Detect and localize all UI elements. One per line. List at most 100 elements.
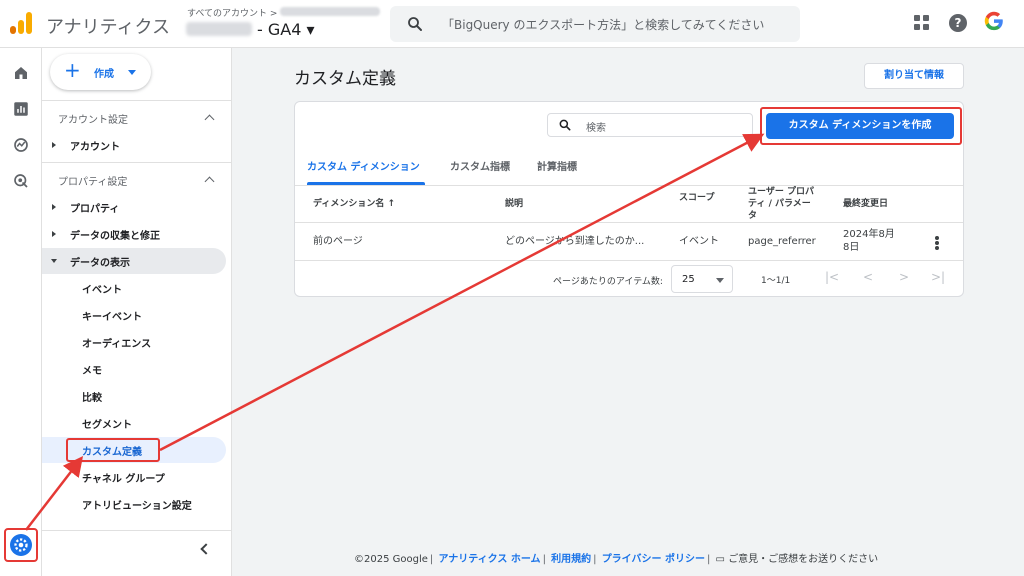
column-header-last-modified[interactable]: 最終変更日 <box>843 198 888 210</box>
footer-link-analytics-home[interactable]: アナリティクス ホーム <box>438 554 540 565</box>
footer-link-privacy[interactable]: プライバシー ポリシー <box>602 554 705 565</box>
collapse-sidebar-icon[interactable] <box>200 543 212 555</box>
sidebar-divider <box>42 530 231 531</box>
sidebar-item-account[interactable]: アカウント <box>42 132 226 158</box>
cell-last-modified: 2024年8月8日 <box>843 229 895 253</box>
table-search-input[interactable]: 検索 <box>547 113 753 137</box>
analytics-logo[interactable] <box>10 12 32 34</box>
create-custom-dimension-button[interactable]: カスタム ディメンションを作成 <box>766 113 954 139</box>
chevron-up-icon[interactable] <box>204 176 215 187</box>
sidebar-item-data-collection[interactable]: データの収集と修正 <box>42 221 226 247</box>
cell-scope: イベント <box>679 236 719 247</box>
last-page-icon[interactable]: >| <box>931 270 945 284</box>
sidebar-item-segments[interactable]: セグメント <box>42 410 226 436</box>
next-page-icon[interactable]: > <box>899 270 909 284</box>
sidebar-item-label: チャネル グループ <box>82 474 165 485</box>
sidebar-item-notes[interactable]: メモ <box>42 356 226 382</box>
sidebar-item-label: データの収集と修正 <box>70 231 160 242</box>
page-title: カスタム定義 <box>294 69 396 89</box>
gear-icon <box>10 534 32 556</box>
items-per-page-label: ページあたりのアイテム数: <box>553 277 663 287</box>
account-breadcrumb[interactable]: すべてのアカウント > <box>187 6 277 19</box>
google-account-icon[interactable] <box>983 10 1005 36</box>
reports-icon[interactable] <box>12 100 30 118</box>
sidebar-divider <box>42 100 231 101</box>
plus-icon: + <box>64 58 81 82</box>
section-property-settings[interactable]: プロパティ設定 <box>58 173 127 188</box>
tab-custom-metrics[interactable]: カスタム指標 <box>450 158 510 173</box>
sidebar-item-label: データの表示 <box>70 258 130 269</box>
tabs-divider <box>295 185 963 186</box>
page-footer: ©2025 Google | アナリティクス ホーム | 利用規約 | プライバシー … <box>354 554 879 565</box>
pager-range: 1～1/1 <box>761 276 791 286</box>
sidebar-item-label: キーイベント <box>82 312 142 323</box>
admin-sidebar: + 作成 アカウント設定 アカウント プロパティ設定 プロパティ データの収集と… <box>42 48 232 576</box>
left-nav-rail <box>0 48 42 576</box>
sidebar-item-data-display[interactable]: データの表示 <box>42 248 226 274</box>
app-title[interactable]: アナリティクス <box>46 13 170 39</box>
header-divider <box>295 222 963 223</box>
sidebar-item-label: セグメント <box>82 420 132 431</box>
property-selector[interactable]: - GA4 ▾ <box>257 20 315 39</box>
custom-definitions-card: 検索 カスタム ディメンションを作成 カスタム ディメンション カスタム指標 計… <box>294 101 964 297</box>
sidebar-item-comparisons[interactable]: 比較 <box>42 383 226 409</box>
global-search[interactable]: 「BigQuery のエクスポート方法」と検索してみてください <box>390 6 800 42</box>
tab-custom-dimensions[interactable]: カスタム ディメンション <box>307 158 420 173</box>
items-per-page-select[interactable]: 25 <box>671 265 733 293</box>
sidebar-divider <box>42 162 231 163</box>
help-icon[interactable]: ? <box>949 14 967 32</box>
sidebar-item-events[interactable]: イベント <box>42 275 226 301</box>
section-account-settings[interactable]: アカウント設定 <box>58 111 128 126</box>
column-header-dimension-name[interactable]: ディメンション名 ↑ <box>313 198 395 210</box>
expand-arrow-icon <box>52 142 56 148</box>
sidebar-item-label: プロパティ <box>70 204 120 215</box>
sidebar-item-audiences[interactable]: オーディエンス <box>42 329 226 355</box>
annotation-highlight-box <box>66 438 160 462</box>
search-placeholder: 検索 <box>586 123 606 134</box>
attribution-info-button[interactable]: 割り当て情報 <box>864 63 964 89</box>
expand-arrow-icon <box>52 204 56 210</box>
apps-grid-icon[interactable] <box>914 15 930 31</box>
more-vert-icon[interactable] <box>935 236 939 250</box>
caret-down-icon <box>128 70 136 75</box>
search-placeholder: 「BigQuery のエクスポート方法」と検索してみてください <box>442 18 765 32</box>
redacted-account-name <box>280 7 380 16</box>
sidebar-item-label: アカウント <box>70 142 120 153</box>
cell-dimension-name[interactable]: 前のページ <box>313 235 363 248</box>
sidebar-item-label: アトリビューション設定 <box>82 501 192 512</box>
explore-icon[interactable] <box>12 136 30 154</box>
chevron-up-icon[interactable] <box>204 114 215 125</box>
top-app-bar: アナリティクス すべてのアカウント > - GA4 ▾ 「BigQuery のエ… <box>0 0 1024 48</box>
create-button[interactable]: + 作成 <box>50 54 151 90</box>
first-page-icon[interactable]: |< <box>825 270 839 284</box>
row-divider <box>295 260 963 261</box>
column-header-user-property[interactable]: ユーザー プロパティ / パラメータ <box>748 186 818 222</box>
footer-link-terms[interactable]: 利用規約 <box>551 554 591 565</box>
tab-calculated-metrics[interactable]: 計算指標 <box>537 158 577 173</box>
feedback-icon[interactable]: ▭ <box>716 554 725 565</box>
sidebar-item-label: オーディエンス <box>82 339 152 350</box>
copyright: ©2025 Google <box>354 554 428 565</box>
collapse-arrow-icon <box>51 259 57 263</box>
sidebar-item-attribution-settings[interactable]: アトリビューション設定 <box>42 491 226 517</box>
google-logo-icon <box>984 11 1003 31</box>
sidebar-item-key-events[interactable]: キーイベント <box>42 302 226 328</box>
sidebar-item-property[interactable]: プロパティ <box>42 194 226 220</box>
items-per-page-value: 25 <box>682 274 695 285</box>
admin-settings-button[interactable] <box>4 528 38 562</box>
prev-page-icon[interactable]: < <box>863 270 873 284</box>
caret-down-icon <box>716 278 724 283</box>
create-button-label: 作成 <box>94 69 114 80</box>
search-icon <box>559 119 571 131</box>
sidebar-item-channel-groups[interactable]: チャネル グループ <box>42 464 226 490</box>
advertising-icon[interactable] <box>12 172 30 190</box>
cell-user-property: page_referrer <box>748 236 816 247</box>
expand-arrow-icon <box>52 231 56 237</box>
home-icon[interactable] <box>12 64 30 82</box>
feedback-link[interactable]: ご意見・ご感想をお送りください <box>728 554 878 565</box>
annotation-highlight-box: カスタム ディメンションを作成 <box>760 107 962 145</box>
column-header-scope[interactable]: スコープ <box>679 192 723 204</box>
sidebar-item-label: 比較 <box>82 393 102 404</box>
sidebar-item-label: メモ <box>82 366 102 377</box>
column-header-description[interactable]: 説明 <box>505 198 523 210</box>
